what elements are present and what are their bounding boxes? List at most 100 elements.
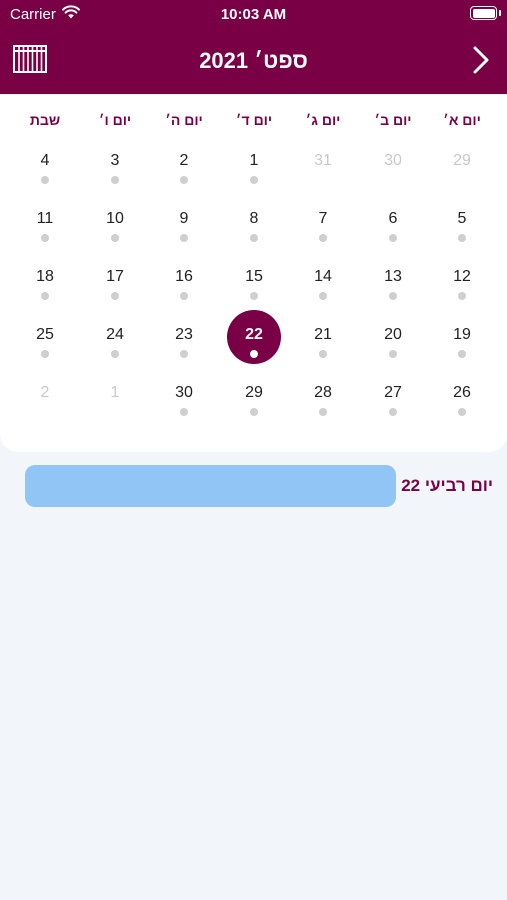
day-number: 29	[245, 384, 263, 401]
day-number: 2	[40, 384, 50, 401]
day-number: 21	[314, 326, 332, 343]
event-dot	[250, 176, 258, 184]
day-cell[interactable]: 5	[427, 210, 497, 268]
event-dot	[111, 350, 119, 358]
day-cell[interactable]: 16	[149, 268, 219, 326]
day-cell[interactable]: 14	[288, 268, 358, 326]
day-number: 30	[384, 152, 402, 169]
weekday-header: יום ג׳	[305, 112, 341, 128]
day-number: 16	[175, 268, 193, 285]
day-number: 29	[453, 152, 471, 169]
day-cell-outside-month[interactable]: 31	[288, 152, 358, 210]
day-cell-outside-month[interactable]: 29	[427, 152, 497, 210]
day-number: 17	[106, 268, 124, 285]
day-cell[interactable]: 12	[427, 268, 497, 326]
month-title: ספט׳ 2021	[199, 48, 308, 73]
event-dot	[319, 408, 327, 416]
selected-day-label: יום רביעי 22	[401, 476, 493, 495]
event-dot	[111, 292, 119, 300]
event-dot	[319, 350, 327, 358]
day-cell[interactable]: 8	[219, 210, 289, 268]
day-number: 31	[314, 152, 332, 169]
weekday-header: יום ו׳	[98, 112, 132, 128]
event-dot	[41, 292, 49, 300]
day-number: 12	[453, 268, 471, 285]
chevron-right-icon[interactable]	[471, 45, 491, 75]
day-number: 2	[179, 152, 189, 169]
day-cell[interactable]: 30	[149, 384, 219, 442]
day-cell[interactable]: 21	[288, 326, 358, 384]
clock-time: 10:03 AM	[220, 6, 287, 23]
event-dot	[180, 292, 188, 300]
day-cell[interactable]: 2	[149, 152, 219, 210]
day-cell[interactable]: 13	[358, 268, 428, 326]
day-number: 24	[106, 326, 124, 343]
calendar-grid: יום א׳ יום ב׳ יום ג׳ יום ד׳ יום ה׳ יום ו׳ שבת 2…	[0, 94, 507, 452]
day-cell[interactable]: 25	[10, 326, 80, 384]
event-dot	[389, 350, 397, 358]
day-number: 5	[457, 210, 467, 227]
day-cell[interactable]: 23	[149, 326, 219, 384]
day-cell[interactable]: 6	[358, 210, 428, 268]
day-number: 27	[384, 384, 402, 401]
day-number: 28	[314, 384, 332, 401]
day-cell-outside-month[interactable]: 2	[10, 384, 80, 442]
event-dot	[458, 408, 466, 416]
day-cell[interactable]: 18	[10, 268, 80, 326]
event-dot	[458, 234, 466, 242]
day-number: 6	[388, 210, 398, 227]
day-number: 23	[175, 326, 193, 343]
day-cell-outside-month[interactable]: 1	[80, 384, 150, 442]
day-cell-outside-month[interactable]: 30	[358, 152, 428, 210]
day-cell[interactable]: 20	[358, 326, 428, 384]
day-cell[interactable]: 4	[10, 152, 80, 210]
day-number: 18	[36, 268, 54, 285]
day-number: 26	[453, 384, 471, 401]
day-number: 15	[245, 268, 263, 285]
day-number: 7	[318, 210, 328, 227]
event-dot	[41, 234, 49, 242]
day-number: 1	[249, 152, 259, 169]
day-number: 22	[245, 326, 263, 343]
day-number: 19	[453, 326, 471, 343]
day-cell[interactable]: 19	[427, 326, 497, 384]
day-number: 3	[110, 152, 120, 169]
event-dot	[389, 292, 397, 300]
day-number: 10	[106, 210, 124, 227]
day-cell[interactable]: 29	[219, 384, 289, 442]
event-bar[interactable]	[25, 465, 396, 507]
event-dot	[250, 350, 258, 358]
day-number: 1	[110, 384, 120, 401]
day-number: 11	[36, 210, 54, 227]
event-dot	[180, 350, 188, 358]
day-cell[interactable]: 28	[288, 384, 358, 442]
event-dot	[389, 408, 397, 416]
day-number: 4	[40, 152, 50, 169]
top-bar: Carrier 10:03 AM ספט׳ 2021	[0, 0, 507, 94]
day-cell[interactable]: 17	[80, 268, 150, 326]
day-cell[interactable]: 27	[358, 384, 428, 442]
event-dot	[111, 234, 119, 242]
weekday-header: יום ה׳	[165, 112, 203, 128]
day-cell[interactable]: 10	[80, 210, 150, 268]
day-cell[interactable]: 3	[80, 152, 150, 210]
day-cell[interactable]: 24	[80, 326, 150, 384]
event-dot	[111, 176, 119, 184]
event-dot	[41, 350, 49, 358]
nav-header: ספט׳ 2021	[0, 28, 507, 94]
event-dot	[250, 408, 258, 416]
event-dot	[180, 176, 188, 184]
event-dot	[458, 350, 466, 358]
event-dot	[41, 176, 49, 184]
day-cell-selected[interactable]: 22	[219, 326, 289, 384]
day-number: 14	[314, 268, 332, 285]
day-number: 9	[179, 210, 189, 227]
weekday-header: יום ד׳	[235, 112, 273, 128]
day-cell[interactable]: 1	[219, 152, 289, 210]
day-cell[interactable]: 9	[149, 210, 219, 268]
weekday-header: יום ב׳	[374, 112, 412, 128]
day-number: 20	[384, 326, 402, 343]
day-cell[interactable]: 11	[10, 210, 80, 268]
day-cell[interactable]: 7	[288, 210, 358, 268]
day-cell[interactable]: 26	[427, 384, 497, 442]
